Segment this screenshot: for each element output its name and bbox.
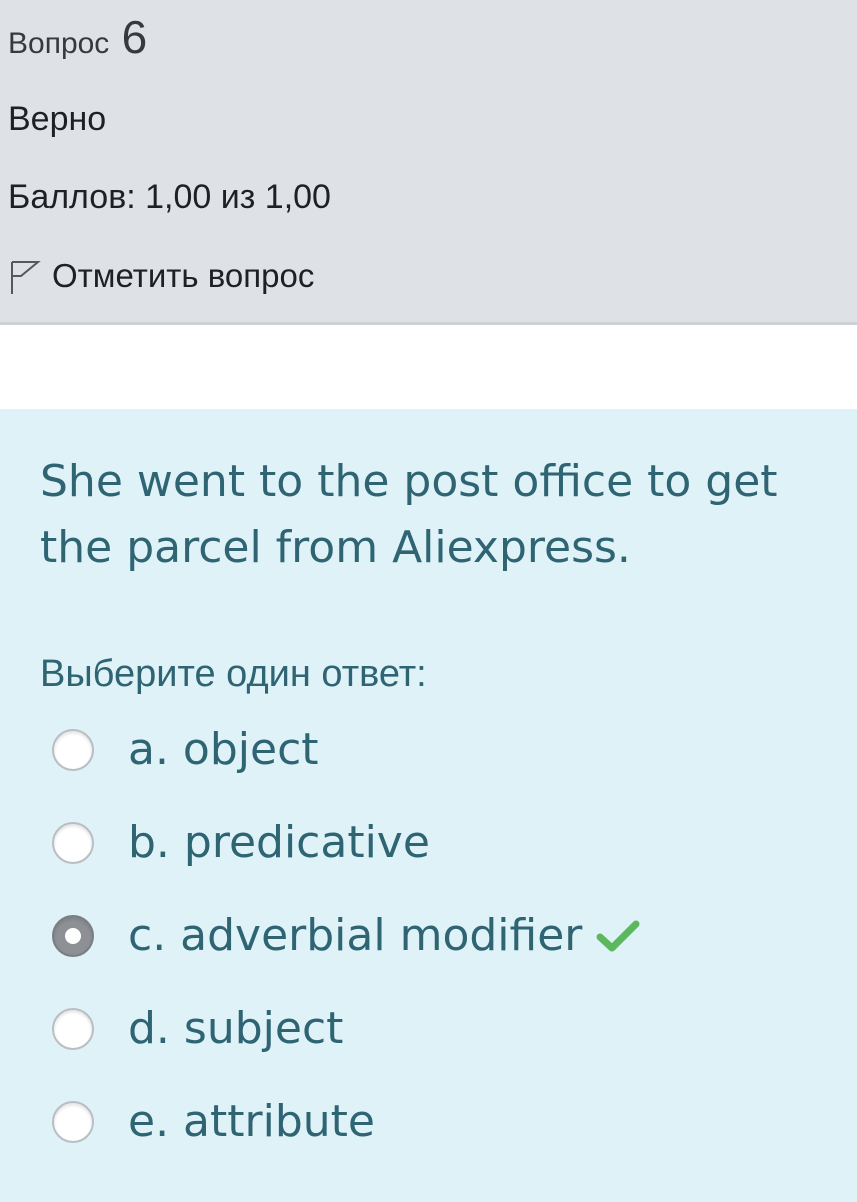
- flag-question-label: Отметить вопрос: [52, 257, 315, 294]
- radio-option-b[interactable]: [52, 821, 94, 864]
- flag-question-button[interactable]: Отметить вопрос: [8, 256, 314, 296]
- radio-option-e[interactable]: [52, 1100, 94, 1143]
- radio-option-a[interactable]: [52, 728, 94, 771]
- question-number-heading: Вопрос 6: [8, 14, 147, 60]
- check-icon: [596, 920, 640, 951]
- answer-option-label: b. predicative: [128, 817, 430, 868]
- question-number: 6: [121, 11, 148, 63]
- answer-option-label: a. object: [128, 724, 319, 775]
- radio-option-d[interactable]: [52, 1007, 94, 1050]
- answer-option-c[interactable]: c. adverbial modifier: [52, 910, 640, 961]
- question-text: She went to the post office to get the p…: [40, 456, 778, 573]
- answer-option-e[interactable]: e. attribute: [52, 1096, 375, 1147]
- question-grade: Баллов: 1,00 из 1,00: [8, 178, 331, 216]
- answer-option-label: e. attribute: [128, 1096, 375, 1147]
- question-info-panel: Вопрос 6 Верно Баллов: 1,00 из 1,00 Отме…: [0, 0, 857, 325]
- question-content: She went to the post office to get the p…: [0, 409, 857, 1202]
- answer-option-label: c. adverbial modifier: [128, 910, 583, 961]
- flag-icon: [11, 261, 41, 294]
- radio-option-c[interactable]: [52, 914, 94, 957]
- answer-option-label: d. subject: [128, 1003, 344, 1054]
- answer-option-b[interactable]: b. predicative: [52, 817, 430, 868]
- answer-option-d[interactable]: d. subject: [52, 1003, 343, 1054]
- answer-option-a[interactable]: a. object: [52, 724, 319, 775]
- question-state: Верно: [8, 100, 107, 138]
- answer-prompt: Выберите один ответ:: [40, 653, 427, 695]
- question-word: Вопрос: [8, 27, 110, 60]
